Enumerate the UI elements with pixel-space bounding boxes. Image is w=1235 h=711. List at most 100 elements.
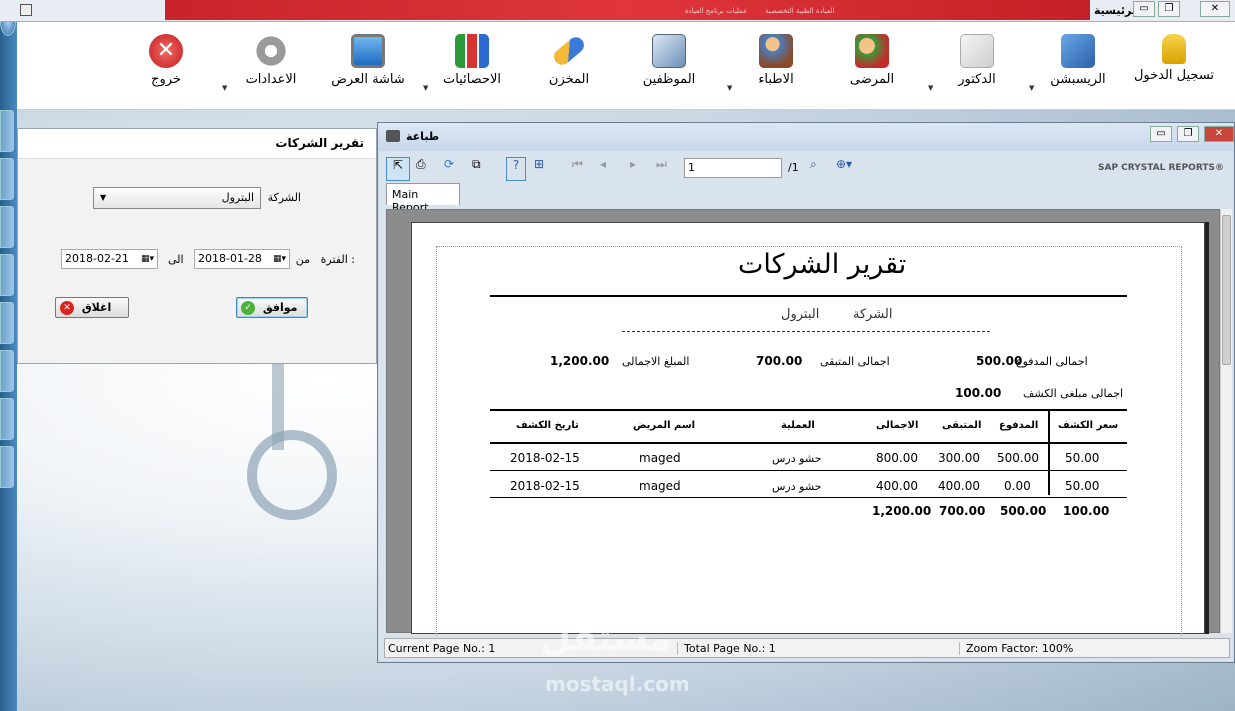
column-total: الاجمالى bbox=[876, 420, 919, 431]
column-operation: العملية bbox=[781, 420, 815, 431]
report-maximize-button[interactable]: ❐ bbox=[1177, 126, 1199, 142]
refresh-icon[interactable]: ⟳ bbox=[444, 157, 454, 181]
group-tree-icon[interactable]: ⊞ bbox=[534, 157, 544, 181]
chevron-down-icon[interactable]: ▼ bbox=[727, 84, 732, 92]
next-page-icon[interactable]: ▸ bbox=[630, 157, 636, 181]
toolbar-employees-label: الموظفين bbox=[642, 72, 696, 87]
patients-icon bbox=[855, 34, 889, 68]
report-status-bar: Current Page No.: 1 Total Page No.: 1 Zo… bbox=[384, 638, 1230, 658]
cell-patient-name: maged bbox=[639, 479, 681, 493]
previous-page-icon[interactable]: ◂ bbox=[600, 157, 606, 181]
last-page-icon[interactable]: ⏭ bbox=[656, 157, 667, 181]
taskbar-button[interactable] bbox=[0, 350, 14, 392]
chevron-down-icon[interactable]: ▼ bbox=[1029, 84, 1034, 92]
report-close-button[interactable]: ✕ bbox=[1204, 126, 1234, 142]
employee-book-icon bbox=[652, 34, 686, 68]
main-report-tab[interactable]: Main Report bbox=[386, 183, 460, 214]
help-icon[interactable]: ? bbox=[506, 157, 526, 181]
calendar-icon[interactable]: ▦▾ bbox=[141, 250, 154, 268]
taskbar-button[interactable] bbox=[0, 398, 14, 440]
toolbar-exit-button[interactable]: ✕ خروج bbox=[121, 34, 211, 87]
taskbar-button[interactable] bbox=[0, 158, 14, 200]
divider bbox=[490, 295, 1127, 297]
print-report-window: طباعة ▭ ❐ ✕ ⇱ ⎙ ⟳ ⧉ ? ⊞ ⏮ ◂ ▸ ⏭ 1 /1 ⌕ ⊕… bbox=[377, 122, 1235, 663]
cell-exam-fee: 50.00 bbox=[1065, 451, 1100, 465]
copy-icon[interactable]: ⧉ bbox=[472, 157, 481, 181]
column-paid: المدفوع bbox=[999, 420, 1039, 431]
cell-remaining: 300.00 bbox=[938, 451, 980, 465]
export-icon[interactable]: ⇱ bbox=[386, 157, 410, 181]
toolbar-settings-button[interactable]: الاعدادات bbox=[226, 34, 316, 87]
taskbar-button[interactable] bbox=[0, 110, 14, 152]
chevron-down-icon[interactable]: ▼ bbox=[928, 84, 933, 92]
toolbar-patients-label: المرضى bbox=[849, 72, 895, 87]
cell-paid: 500.00 bbox=[997, 451, 1039, 465]
taskbar-button[interactable] bbox=[0, 254, 14, 296]
column-patient-name: اسم المريض bbox=[633, 420, 696, 431]
from-date-picker[interactable]: 2018-01-28 ▦▾ bbox=[194, 249, 290, 269]
taskbar-button[interactable] bbox=[0, 302, 14, 344]
print-icon[interactable]: ⎙ bbox=[416, 157, 426, 181]
chevron-down-icon[interactable]: ▼ bbox=[222, 84, 227, 92]
report-viewer: تقرير الشركات الشركة البترول اجمالى المد… bbox=[386, 209, 1220, 636]
company-select[interactable]: ▼ البترول bbox=[93, 187, 261, 209]
column-exam-date: تاريخ الكشف bbox=[516, 420, 579, 431]
monitor-icon bbox=[351, 34, 385, 68]
from-date-value: 2018-01-28 bbox=[198, 252, 262, 265]
toolbar-doctors-button[interactable]: الاطباء bbox=[731, 34, 821, 87]
company-select-value: البترول bbox=[221, 191, 254, 204]
lock-icon bbox=[1162, 34, 1186, 64]
toolbar-doctor-label: الدكتور bbox=[958, 72, 996, 87]
cell-total: 400.00 bbox=[876, 479, 918, 493]
company-label: الشركة bbox=[267, 191, 301, 204]
toolbar-employees-button[interactable]: الموظفين bbox=[624, 34, 714, 87]
report-page: تقرير الشركات الشركة البترول اجمالى المد… bbox=[411, 222, 1205, 636]
toolbar-stats-button[interactable]: الاحصائيات bbox=[427, 34, 517, 87]
find-icon[interactable]: ⌕ bbox=[810, 157, 817, 181]
restore-button[interactable]: ❐ bbox=[1158, 1, 1180, 17]
taskbar-button[interactable] bbox=[0, 446, 14, 488]
pill-icon bbox=[550, 33, 588, 69]
report-minimize-button[interactable]: ▭ bbox=[1150, 126, 1172, 142]
paid-value: 500.00 bbox=[976, 354, 1023, 368]
calendar-icon[interactable]: ▦▾ bbox=[273, 250, 286, 268]
taskbar-button[interactable] bbox=[0, 206, 14, 248]
toolbar-display-label: شاشة العرض bbox=[331, 72, 405, 87]
toolbar-login-button[interactable]: تسجيل الدخول bbox=[1129, 34, 1219, 83]
toolbar-display-button[interactable]: شاشة العرض bbox=[323, 34, 413, 87]
paid-label: اجمالى المدفوع bbox=[1016, 355, 1088, 368]
status-zoom: Zoom Factor: 100% bbox=[959, 642, 1073, 655]
left-taskbar bbox=[0, 0, 17, 711]
to-label: الى bbox=[168, 253, 184, 266]
printer-icon bbox=[386, 130, 400, 142]
cell-exam-date: 2018-02-15 bbox=[510, 479, 580, 493]
scrollbar-thumb[interactable] bbox=[1222, 215, 1231, 365]
pencil-paper-icon bbox=[960, 34, 994, 68]
toolbar-doctor-button[interactable]: الدكتور bbox=[932, 34, 1022, 87]
minimize-button[interactable]: ▭ bbox=[1133, 1, 1155, 17]
close-dialog-button[interactable]: ✕ اغلاق bbox=[55, 297, 129, 318]
users-icon bbox=[759, 34, 793, 68]
page-number-input[interactable]: 1 bbox=[684, 158, 782, 178]
toolbar-store-button[interactable]: المخزن bbox=[524, 33, 614, 87]
toolbar-store-label: المخزن bbox=[548, 72, 590, 87]
check-icon: ✓ bbox=[241, 301, 255, 315]
toolbar-patients-button[interactable]: المرضى bbox=[827, 34, 917, 87]
report-scrollbar[interactable] bbox=[1220, 209, 1232, 633]
status-total-pages: Total Page No.: 1 bbox=[677, 642, 776, 655]
first-page-icon[interactable]: ⏮ bbox=[572, 157, 583, 181]
watermark-latin: mostaql.com bbox=[545, 672, 690, 696]
table-top-line bbox=[490, 409, 1127, 411]
close-button[interactable]: ✕ bbox=[1200, 1, 1230, 17]
chevron-down-icon[interactable]: ▼ bbox=[423, 84, 428, 92]
toolbar-reception-button[interactable]: الريسبشن bbox=[1033, 34, 1123, 87]
zoom-icon[interactable]: ⊕▾ bbox=[836, 157, 852, 181]
cell-remaining: 400.00 bbox=[938, 479, 980, 493]
to-date-value: 2018-02-21 bbox=[65, 252, 129, 265]
to-date-picker[interactable]: 2018-02-21 ▦▾ bbox=[61, 249, 158, 269]
app-menu-icon[interactable] bbox=[20, 4, 32, 16]
stethoscope-image bbox=[247, 430, 337, 520]
banner-text-left: عمليات برنامج العيادة bbox=[685, 7, 748, 15]
ok-button[interactable]: ✓ موافق bbox=[236, 297, 308, 318]
total-remaining: 700.00 bbox=[939, 504, 986, 518]
